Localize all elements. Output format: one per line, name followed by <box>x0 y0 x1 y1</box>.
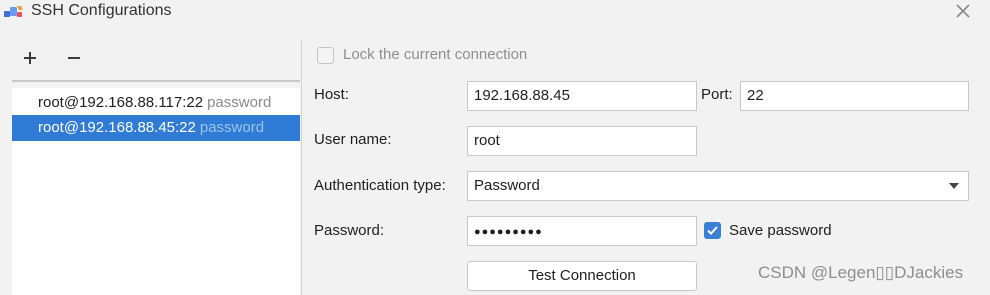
test-connection-button[interactable]: Test Connection <box>467 261 697 291</box>
port-label: Port: <box>701 86 733 103</box>
app-icon <box>4 6 23 17</box>
password-label: Password: <box>314 222 385 239</box>
auth-type-label: Authentication type: <box>314 177 446 194</box>
save-password-checkbox[interactable] <box>704 222 721 239</box>
lock-connection-label: Lock the current connection <box>343 46 528 63</box>
list-item[interactable]: root@192.168.88.117:22 password <box>12 90 300 116</box>
lock-connection-checkbox[interactable] <box>317 47 334 64</box>
check-icon <box>707 226 718 235</box>
close-icon[interactable] <box>950 0 976 24</box>
auth-type-select[interactable]: Password <box>467 171 969 201</box>
username-input[interactable]: root <box>467 126 697 156</box>
host-input[interactable]: 192.168.88.45 <box>467 81 697 111</box>
watermark: CSDN @Legen▯▯DJackies <box>758 263 964 282</box>
add-connection-button[interactable]: + <box>16 44 44 72</box>
chevron-down-icon <box>949 183 959 189</box>
auth-type-value: Password <box>474 177 540 194</box>
list-item-selected[interactable]: root@192.168.88.45:22 password <box>12 115 300 141</box>
password-mask: ●●●●●●●●● <box>474 226 543 238</box>
connections-panel: + − root@192.168.88.117:22password root@… <box>12 40 300 295</box>
remove-connection-button[interactable]: − <box>60 44 88 72</box>
save-password-label: Save password <box>729 222 832 239</box>
username-label: User name: <box>314 131 392 148</box>
connection-host: root@192.168.88.45:22 <box>38 119 196 136</box>
password-input[interactable]: ●●●●●●●●● <box>467 216 697 246</box>
connection-auth-type: password <box>207 94 272 111</box>
connections-toolbar: + − <box>12 40 300 82</box>
connections-list: root@192.168.88.117:22 password root@192.… <box>12 88 300 295</box>
panel-divider <box>301 40 302 295</box>
title-bar: SSH Configurations <box>0 0 990 26</box>
window-title: SSH Configurations <box>31 2 172 19</box>
connection-auth-type: password <box>199 119 265 136</box>
port-input[interactable]: 22 <box>740 81 969 111</box>
connection-host: root@192.168.88.117:22 <box>38 94 204 111</box>
host-label: Host: <box>314 86 350 103</box>
